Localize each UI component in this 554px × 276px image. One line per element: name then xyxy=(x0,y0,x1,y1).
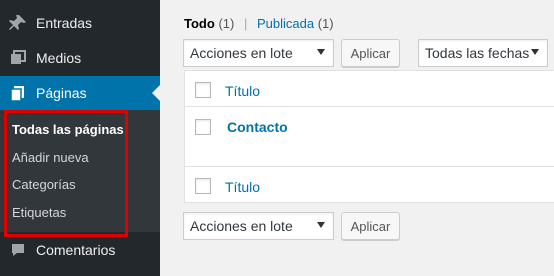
sidebar-item-label: Páginas xyxy=(36,85,87,101)
bulk-actions-value: Acciones en lote xyxy=(190,45,293,61)
sidebar-item-label: Comentarios xyxy=(36,242,116,258)
sidebar-item-comentarios[interactable]: Comentarios xyxy=(0,233,160,267)
view-separator: | xyxy=(243,16,248,31)
divider xyxy=(185,166,554,167)
pin-icon xyxy=(0,13,36,33)
pages-table: Título Contacto Título xyxy=(184,70,554,203)
highlight-annotation xyxy=(4,110,128,237)
view-all-label[interactable]: Todo xyxy=(184,16,215,31)
bulk-actions-select-bottom[interactable]: Acciones en lote xyxy=(183,212,334,240)
sidebar-item-medios[interactable]: Medios xyxy=(0,41,160,75)
date-filter-value: Todas las fechas xyxy=(425,45,530,61)
bulk-actions-select-top[interactable]: Acciones en lote xyxy=(183,39,334,67)
view-all-count: (1) xyxy=(218,16,235,31)
row-title-link[interactable]: Contacto xyxy=(227,119,288,135)
media-icon xyxy=(0,48,36,68)
column-header-title[interactable]: Título xyxy=(225,83,260,99)
chevron-down-icon xyxy=(317,49,325,55)
admin-sidebar: Entradas Medios Páginas Todas las página… xyxy=(0,0,160,276)
status-views: Todo (1) | Publicada (1) xyxy=(184,16,334,31)
pages-icon xyxy=(0,83,36,103)
sidebar-item-label: Entradas xyxy=(36,15,93,31)
select-all-checkbox[interactable] xyxy=(195,82,211,98)
comment-icon xyxy=(0,240,36,260)
divider xyxy=(185,106,554,107)
chevron-down-icon xyxy=(317,222,325,228)
sidebar-item-entradas[interactable]: Entradas xyxy=(0,6,160,40)
sidebar-item-label: Medios xyxy=(36,50,82,66)
apply-button-bottom[interactable]: Aplicar xyxy=(341,212,400,240)
chevron-down-icon xyxy=(531,49,539,55)
select-all-checkbox-footer[interactable] xyxy=(195,178,211,194)
bulk-actions-value: Acciones en lote xyxy=(190,218,293,234)
sidebar-item-paginas[interactable]: Páginas xyxy=(0,76,160,110)
view-published-link[interactable]: Publicada xyxy=(257,16,314,31)
column-footer-title[interactable]: Título xyxy=(225,179,260,195)
view-published-count: (1) xyxy=(317,16,334,31)
apply-button-top[interactable]: Aplicar xyxy=(341,39,400,67)
row-checkbox[interactable] xyxy=(195,119,211,135)
date-filter-select[interactable]: Todas las fechas xyxy=(418,39,548,67)
